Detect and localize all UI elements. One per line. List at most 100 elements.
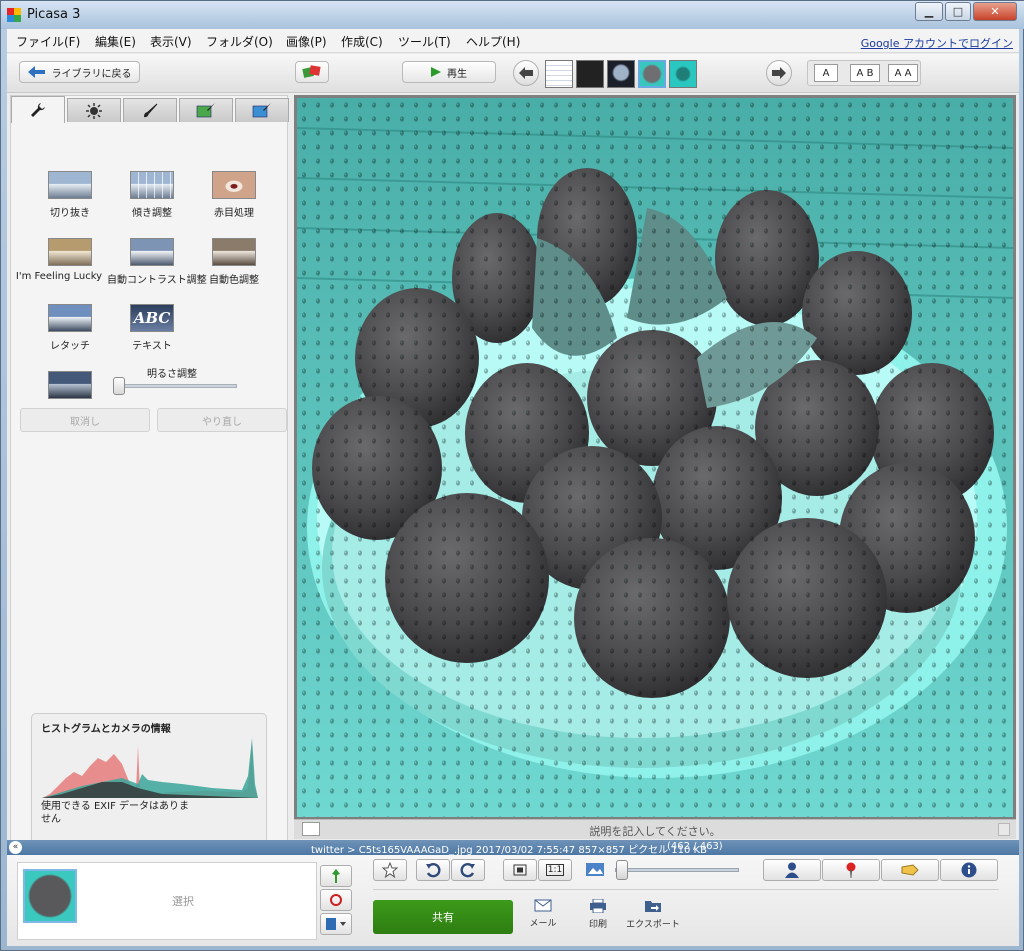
back-to-library-label: ライブラリに戻る	[51, 68, 132, 80]
photo-tray: 選択 1:1 共有 メール 印刷 エクスポート	[7, 855, 1019, 946]
autocolor-label: 自動色調整	[209, 275, 259, 286]
tab-basic-fixes[interactable]	[11, 96, 65, 123]
histogram-title: ヒストグラムとカメラの情報	[41, 724, 171, 735]
tag-button[interactable]	[881, 859, 939, 881]
hold-button[interactable]	[320, 865, 352, 887]
menu-bar: ファイル(F) 編集(E) 表示(V) フォルダ(O) 画像(P) 作成(C) …	[7, 29, 1019, 53]
selected-thumbnail[interactable]	[23, 869, 77, 923]
edit-tabs	[11, 96, 289, 123]
mail-icon	[534, 899, 552, 912]
maximize-button[interactable]: □	[945, 2, 971, 21]
thumbnail-dark[interactable]	[576, 60, 604, 88]
back-to-library-button[interactable]: ライブラリに戻る	[19, 61, 140, 83]
straighten-tool[interactable]: 傾き調整	[107, 171, 197, 219]
tab-effects-2[interactable]	[179, 98, 233, 122]
menu-file[interactable]: ファイル(F)	[16, 33, 80, 50]
straighten-label: 傾き調整	[132, 208, 172, 219]
rotate-right-icon	[460, 863, 475, 878]
menu-folder[interactable]: フォルダ(O)	[206, 33, 273, 50]
lucky-tool[interactable]: I'm Feeling Lucky	[16, 238, 115, 282]
menu-edit[interactable]: 編集(E)	[95, 33, 136, 50]
rotate-right-button[interactable]	[451, 859, 485, 881]
thumbnail-document[interactable]	[545, 60, 573, 88]
fit-button[interactable]	[503, 859, 537, 881]
collapse-icon[interactable]: «	[9, 841, 22, 854]
next-photo-button[interactable]	[766, 60, 792, 86]
window-title: Picasa 3	[27, 7, 81, 22]
album-dropdown-icon	[326, 918, 346, 930]
collage-button[interactable]	[295, 61, 329, 83]
photo-strawberry-tart	[297, 98, 1013, 817]
person-icon	[785, 862, 799, 878]
people-button[interactable]	[763, 859, 821, 881]
text-size-group: A A B A A	[807, 60, 921, 86]
text-size-small-button[interactable]: A	[814, 64, 838, 82]
caption-bar: 説明を記入してください。	[294, 819, 1016, 839]
geotag-button[interactable]	[822, 859, 880, 881]
retouch-tool[interactable]: レタッチ	[25, 304, 115, 352]
tab-effects[interactable]	[123, 98, 177, 122]
selection-tray: 選択	[17, 862, 317, 940]
tab-effects-3[interactable]	[235, 98, 289, 122]
minimize-button[interactable]: ▁	[915, 2, 943, 21]
zoom-slider[interactable]	[616, 860, 628, 880]
export-label: エクスポート	[626, 920, 680, 930]
crop-tool[interactable]: 切り抜き	[25, 171, 115, 219]
share-button[interactable]: 共有	[373, 900, 513, 934]
eye-icon	[212, 171, 256, 199]
strawberry-tart-image	[297, 98, 1013, 817]
star-button[interactable]	[373, 859, 407, 881]
tab-tuning[interactable]	[67, 98, 121, 122]
fill-light-slider[interactable]	[113, 377, 125, 395]
text-size-medium-button[interactable]: A B	[850, 64, 880, 82]
undo-button[interactable]: 取消し	[20, 408, 150, 432]
thumbnail-current[interactable]	[638, 60, 666, 88]
menu-tools[interactable]: ツール(T)	[398, 33, 451, 50]
mail-action[interactable]: メール	[513, 899, 573, 929]
redeye-label: 赤目処理	[214, 208, 254, 219]
text-size-large-button[interactable]: A A	[888, 64, 918, 82]
menu-create[interactable]: 作成(C)	[341, 33, 383, 50]
back-arrow-icon	[27, 66, 45, 78]
clear-button[interactable]	[320, 889, 352, 911]
wrench-icon	[31, 103, 45, 117]
caption-input[interactable]: 説明を記入してください。	[294, 823, 1016, 839]
thumbnail-photo[interactable]	[607, 60, 635, 88]
google-login-link[interactable]: Google アカウントでログイン	[861, 35, 1013, 51]
menu-help[interactable]: ヘルプ(H)	[466, 33, 520, 50]
play-icon	[431, 67, 441, 77]
fill-light-icon	[48, 371, 92, 399]
zoom-icon	[585, 860, 607, 878]
redo-button[interactable]: やり直し	[157, 408, 287, 432]
crop-label: 切り抜き	[50, 208, 90, 219]
fill-light-track	[117, 384, 237, 388]
clear-circle-icon	[330, 894, 342, 906]
actual-size-button[interactable]: 1:1	[538, 859, 572, 881]
file-info: twitter > C5ts165VAAAGaD_.jpg 2017/03/02…	[311, 845, 707, 856]
autocontrast-tool[interactable]: 自動コントラスト調整	[107, 238, 207, 286]
text-tool[interactable]: ABC テキスト	[107, 304, 197, 352]
autocolor-icon	[212, 238, 256, 266]
menu-view[interactable]: 表示(V)	[150, 33, 192, 50]
autocolor-tool[interactable]: 自動色調整	[189, 238, 279, 286]
play-label: 再生	[447, 68, 467, 80]
export-action[interactable]: エクスポート	[623, 899, 683, 930]
client-area: ファイル(F) 編集(E) 表示(V) フォルダ(O) 画像(P) 作成(C) …	[7, 29, 1019, 946]
info-button[interactable]	[940, 859, 998, 881]
trash-icon[interactable]	[998, 823, 1010, 836]
arrow-left-icon	[519, 67, 533, 79]
rotate-left-button[interactable]	[416, 859, 450, 881]
title-bar: Picasa 3 ▁ □ ✕	[1, 1, 1024, 29]
sun-icon	[86, 102, 102, 119]
print-action[interactable]: 印刷	[568, 899, 628, 930]
redeye-tool[interactable]: 赤目処理	[189, 171, 279, 219]
close-button[interactable]: ✕	[973, 2, 1017, 21]
album-button[interactable]	[320, 913, 352, 935]
slideshow-play-button[interactable]: 再生	[402, 61, 496, 83]
retouch-label: レタッチ	[50, 341, 90, 352]
thumbnail-next[interactable]	[669, 60, 697, 88]
zoom-track	[615, 868, 739, 872]
status-bar: « twitter > C5ts165VAAAGaD_.jpg 2017/03/…	[7, 840, 1019, 856]
menu-image[interactable]: 画像(P)	[286, 33, 327, 50]
previous-photo-button[interactable]	[513, 60, 539, 86]
